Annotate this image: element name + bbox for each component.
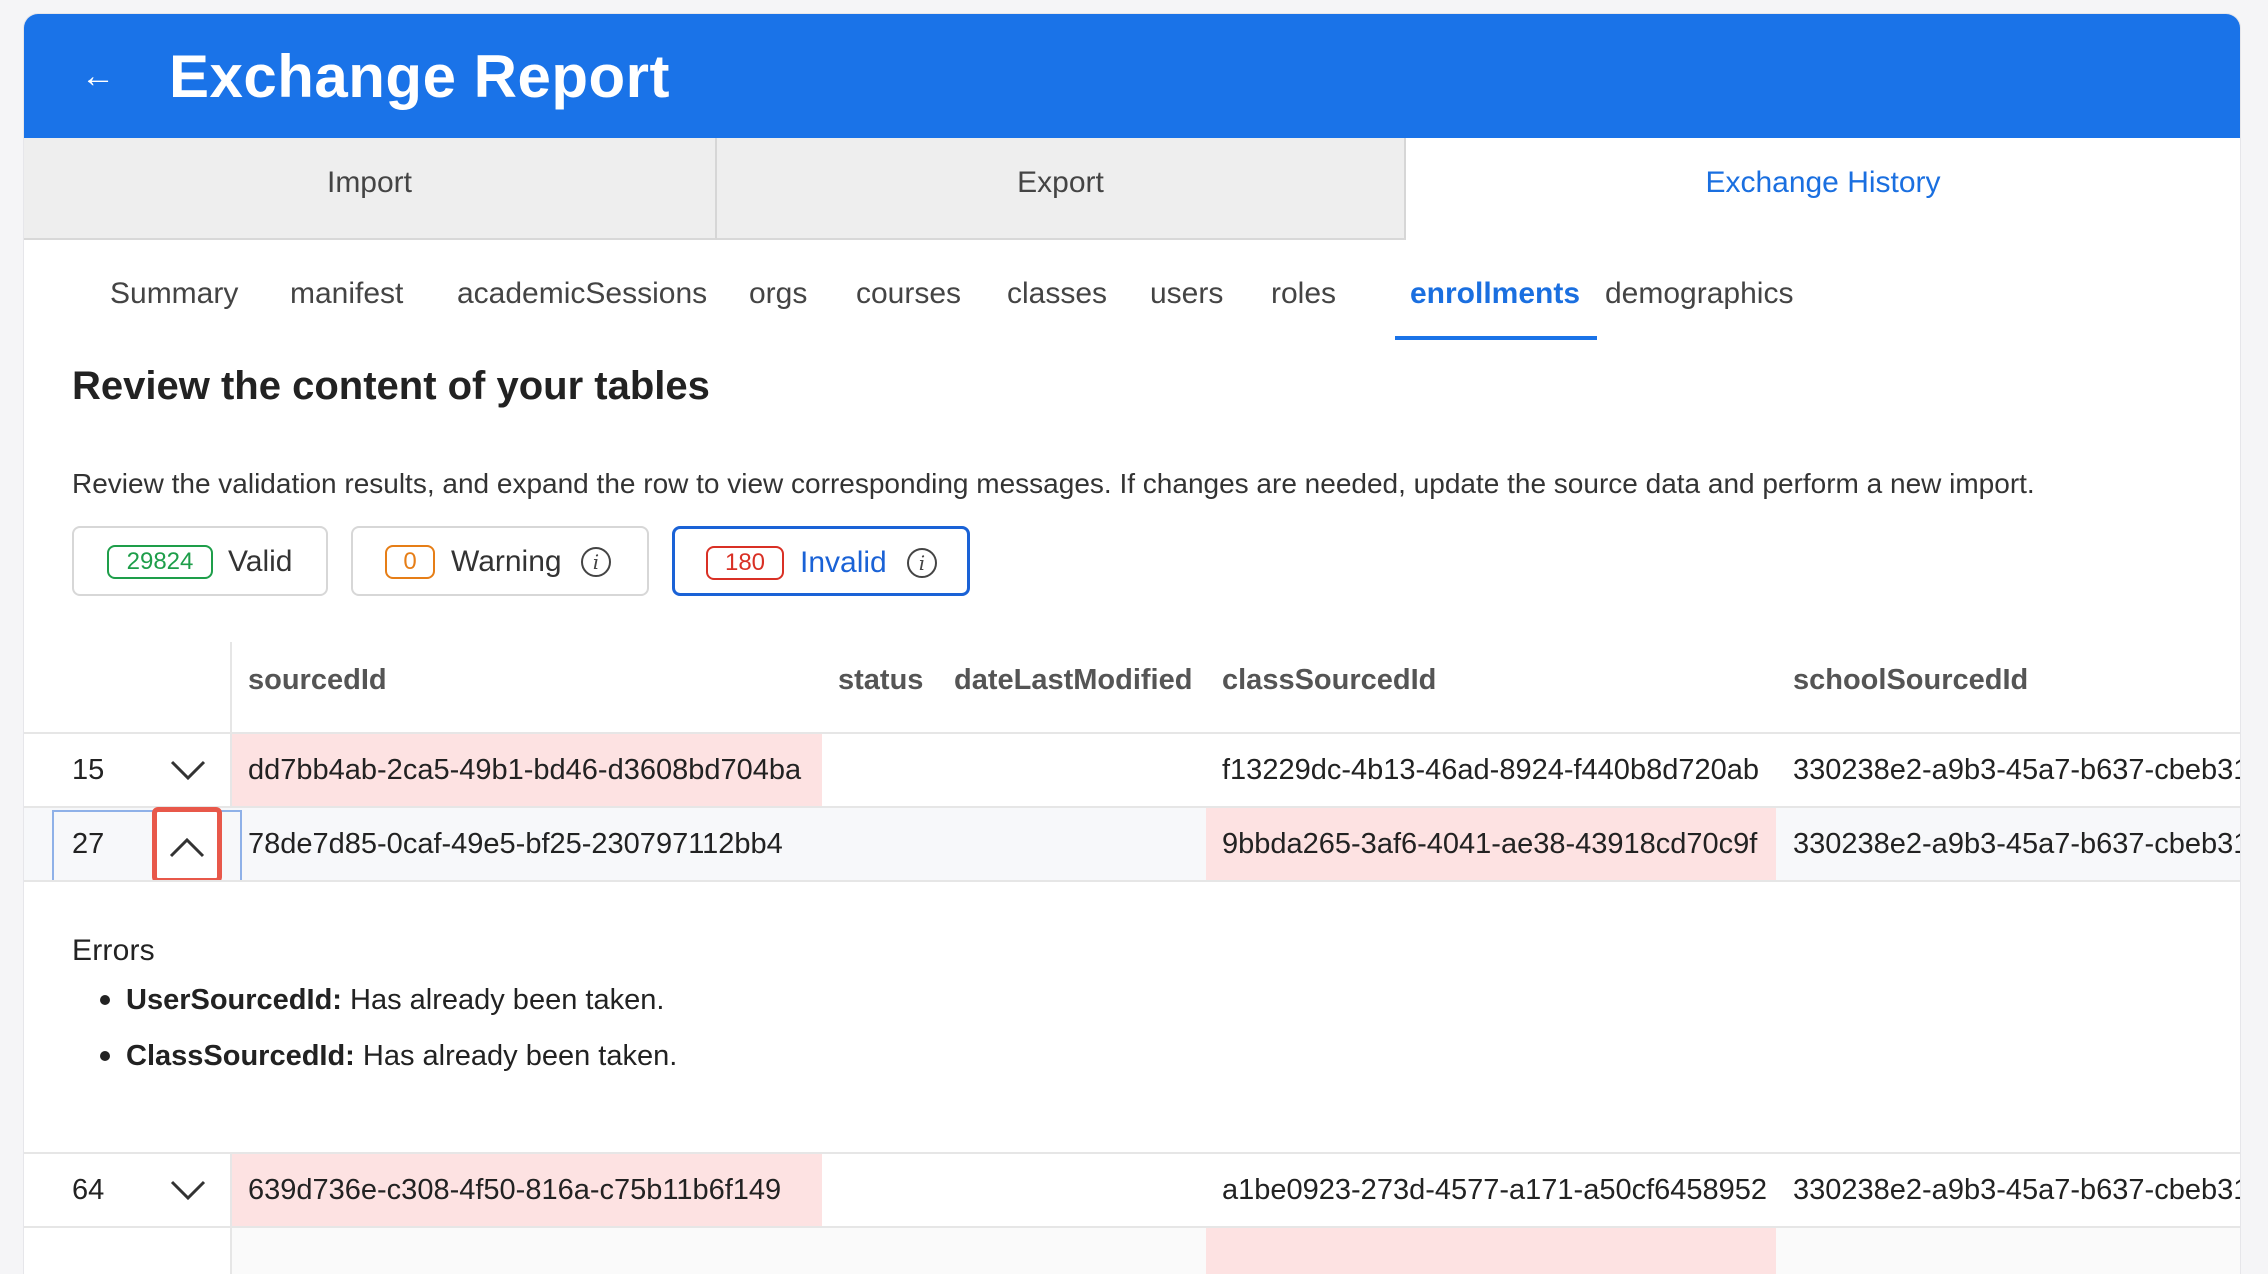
enrollments-table: sourcedId status dateLastModified classS… — [24, 642, 2240, 1274]
subtab-classes[interactable]: classes — [1007, 262, 1107, 342]
tab-exchange-history[interactable]: Exchange History — [1406, 138, 2240, 240]
invalid-count-badge: 180 — [706, 546, 784, 580]
schoolsourcedid-cell: 330238e2-a9b3-45a7-b637-cbeb31 — [1793, 828, 2240, 860]
valid-label: Valid — [228, 545, 293, 578]
chevron-down-icon[interactable] — [168, 1176, 208, 1204]
tab-import[interactable]: Import — [24, 138, 717, 240]
list-item: ClassSourcedId: Has already been taken. — [99, 1028, 678, 1084]
classsourcedid-cell: a1be0923-273d-4577-a171-a50cf6458952 — [1222, 1174, 1768, 1206]
active-subtab-indicator — [1395, 336, 1597, 340]
error-field: ClassSourcedId: — [126, 1040, 355, 1072]
app-header: ← Exchange Report — [24, 14, 2240, 138]
row-number: 64 — [72, 1174, 105, 1206]
tab-export[interactable]: Export — [717, 138, 1406, 240]
sourcedid-cell: dd7bb4ab-2ca5-49b1-bd46-d3608bd704ba — [232, 734, 822, 806]
invalid-filter-button[interactable]: 180 Invalid i — [672, 526, 970, 596]
subtab-orgs[interactable]: orgs — [749, 262, 807, 342]
error-message: Has already been taken. — [354, 1040, 678, 1072]
table-row[interactable]: 15 dd7bb4ab-2ca5-49b1-bd46-d3608bd704ba … — [24, 734, 2240, 806]
table-row[interactable]: 64 639d736e-c308-4f50-816a-c75b11b6f149 … — [24, 1154, 2240, 1226]
back-button[interactable]: ← — [72, 52, 124, 104]
invalid-label: Invalid — [800, 546, 887, 579]
section-title: Review the content of your tables — [72, 364, 710, 408]
column-header-status[interactable]: status — [838, 664, 923, 697]
page-title: Exchange Report — [169, 43, 670, 110]
section-description: Review the validation results, and expan… — [72, 468, 2035, 499]
warning-label: Warning — [451, 545, 562, 578]
subtab-roles[interactable]: roles — [1271, 262, 1336, 342]
next-row — [232, 1228, 2240, 1274]
subtab-manifest[interactable]: manifest — [290, 262, 403, 342]
list-item: UserSourcedId: Has already been taken. — [99, 972, 677, 1028]
classsourcedid-cell: f13229dc-4b13-46ad-8924-f440b8d720ab — [1222, 754, 1759, 786]
error-message: Has already been taken. — [341, 984, 665, 1016]
main-tabs: Import Export Exchange History — [24, 138, 2240, 240]
subtab-courses[interactable]: courses — [856, 262, 961, 342]
column-header-datelastmodified[interactable]: dateLastModified — [954, 664, 1192, 697]
column-header-schoolsourcedid[interactable]: schoolSourcedId — [1793, 664, 2028, 697]
warning-count-badge: 0 — [385, 545, 435, 579]
subtab-users[interactable]: users — [1150, 262, 1223, 342]
column-header-sourcedid[interactable]: sourcedId — [248, 664, 387, 697]
info-icon[interactable]: i — [581, 547, 611, 577]
row-number: 27 — [72, 828, 105, 860]
subtab-enrollments[interactable]: enrollments — [1410, 262, 1580, 342]
error-field: UserSourcedId: — [126, 984, 342, 1016]
sourcedid-cell: 78de7d85-0caf-49e5-bf25-230797112bb4 — [248, 828, 783, 860]
report-card: ← Exchange Report Import Export Exchange… — [24, 14, 2240, 1274]
chevron-down-icon[interactable] — [168, 756, 208, 784]
warning-filter-button[interactable]: 0 Warning i — [351, 526, 649, 596]
errors-title: Errors — [72, 934, 155, 967]
error-cell — [1206, 1228, 1776, 1274]
sourcedid-cell: 639d736e-c308-4f50-816a-c75b11b6f149 — [232, 1154, 822, 1226]
valid-count-badge: 29824 — [107, 545, 213, 579]
subtab-academic-sessions[interactable]: academicSessions — [457, 262, 707, 342]
error-list: UserSourcedId: Has already been taken. C… — [72, 972, 677, 1084]
collapse-row-button[interactable] — [152, 807, 222, 883]
arrow-left-icon: ← — [81, 57, 115, 95]
subtab-summary[interactable]: Summary — [110, 262, 238, 342]
row-number: 15 — [72, 754, 105, 786]
column-header-classsourcedid[interactable]: classSourcedId — [1222, 664, 1436, 697]
schoolsourcedid-cell: 330238e2-a9b3-45a7-b637-cbeb31 — [1793, 1174, 2240, 1206]
chevron-up-icon — [169, 837, 205, 858]
schoolsourcedid-cell: 330238e2-a9b3-45a7-b637-cbeb31 — [1793, 754, 2240, 786]
info-icon[interactable]: i — [907, 548, 937, 578]
table-row[interactable]: 27 78de7d85-0caf-49e5-bf25-230797112bb4 … — [24, 807, 2240, 883]
classsourcedid-cell: 9bbda265-3af6-4041-ae38-43918cd70c9f — [1206, 808, 1776, 880]
valid-filter-button[interactable]: 29824 Valid — [72, 526, 328, 596]
subtab-demographics[interactable]: demographics — [1605, 262, 1793, 342]
